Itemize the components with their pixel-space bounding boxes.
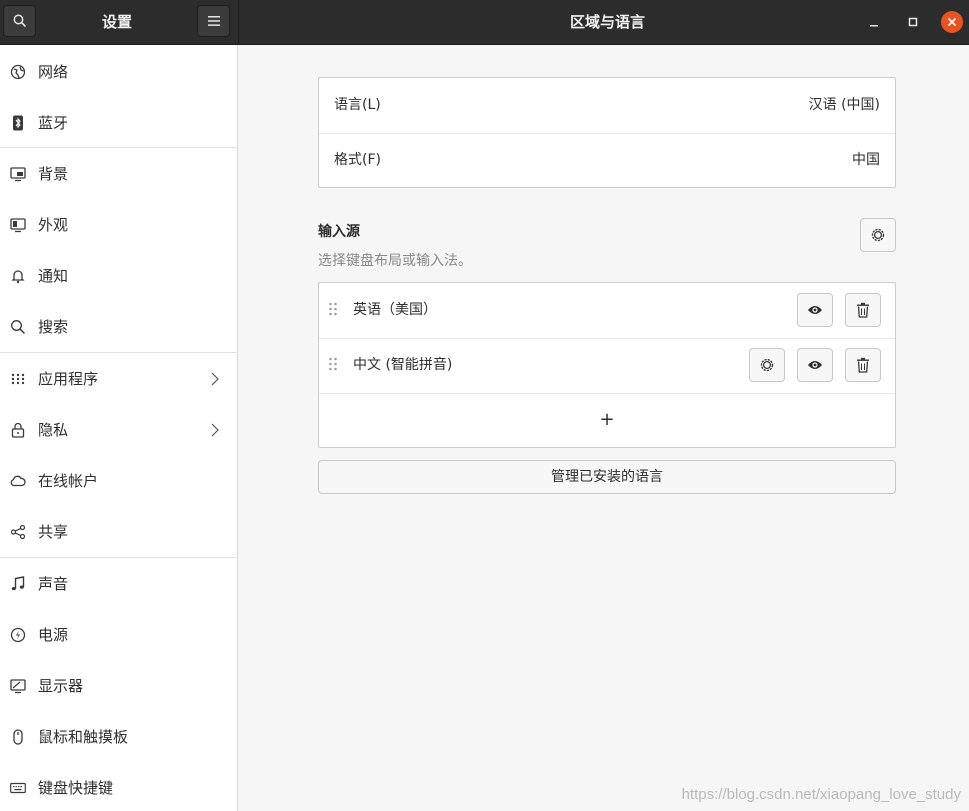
lock-icon <box>10 422 26 438</box>
sidebar-item-keyboard-shortcuts[interactable]: 键盘快捷键 <box>0 763 238 811</box>
trash-icon <box>857 302 869 318</box>
search-button[interactable] <box>3 5 36 37</box>
gear-icon <box>760 358 774 372</box>
eye-icon <box>808 306 822 314</box>
sidebar-divider <box>0 557 238 558</box>
keyboard-icon <box>10 780 26 796</box>
eye-icon <box>808 361 822 369</box>
bluetooth-icon <box>10 115 26 131</box>
language-label: 语言(L) <box>334 97 381 113</box>
sidebar-item-sharing[interactable]: 共享 <box>0 507 238 557</box>
sidebar-item-label: 显示器 <box>38 677 84 695</box>
sidebar-item-label: 共享 <box>38 523 69 541</box>
language-value: 汉语 (中国) <box>808 97 880 113</box>
sidebar-item-sound[interactable]: 声音 <box>0 559 238 609</box>
sidebar-item-label: 隐私 <box>38 421 69 439</box>
sidebar-item-label: 网络 <box>38 63 69 81</box>
chevron-right-icon <box>211 423 219 437</box>
list-item[interactable]: 中文 (智能拼音) <box>319 338 895 393</box>
sidebar-item-label: 声音 <box>38 575 69 593</box>
sidebar-item-label: 键盘快捷键 <box>38 779 114 797</box>
chevron-right-icon <box>211 372 219 386</box>
maximize-button[interactable] <box>902 11 924 33</box>
input-source-options-button[interactable] <box>860 218 896 252</box>
manage-languages-button[interactable]: 管理已安装的语言 <box>318 460 896 494</box>
sidebar-item-label: 蓝牙 <box>38 114 69 132</box>
sidebar-item-displays[interactable]: 显示器 <box>0 661 238 711</box>
add-input-source-row[interactable]: + <box>319 393 895 448</box>
source-settings-button[interactable] <box>749 348 785 382</box>
formats-label: 格式(F) <box>334 152 381 168</box>
sidebar-item-background[interactable]: 背景 <box>0 149 238 199</box>
search-icon <box>13 14 26 28</box>
input-sources-title: 输入源 <box>318 224 360 240</box>
sidebar-item-label: 应用程序 <box>38 370 99 388</box>
menu-button[interactable] <box>197 5 230 37</box>
header-bar: 设置 区域与语言 <box>0 0 969 45</box>
sidebar-divider <box>0 147 238 148</box>
hamburger-icon <box>207 16 220 26</box>
sidebar-item-label: 在线帐户 <box>38 472 99 490</box>
music-note-icon <box>10 576 26 592</box>
close-button[interactable] <box>941 11 963 33</box>
share-icon <box>10 524 26 540</box>
sidebar-title: 设置 <box>101 13 132 31</box>
formats-row[interactable]: 格式(F) 中国 <box>319 133 895 188</box>
close-icon <box>947 17 957 27</box>
sidebar-header: 设置 <box>0 0 238 44</box>
sidebar-item-label: 背景 <box>38 165 69 183</box>
sidebar: 网络 蓝牙 背景 外观 通知 搜索 应用程序 隐私 在线帐户 共享 声音 电源 … <box>0 45 238 811</box>
sidebar-item-online-accounts[interactable]: 在线帐户 <box>0 456 238 506</box>
input-source-label: 英语（美国） <box>353 302 437 318</box>
cloud-icon <box>10 473 26 489</box>
sidebar-item-notifications[interactable]: 通知 <box>0 251 238 301</box>
view-layout-button[interactable] <box>797 348 833 382</box>
bell-icon <box>10 268 26 284</box>
network-icon <box>10 64 26 80</box>
search-icon <box>10 319 26 335</box>
drag-handle-icon[interactable] <box>328 357 338 373</box>
language-row[interactable]: 语言(L) 汉语 (中国) <box>319 78 895 133</box>
sidebar-item-bluetooth[interactable]: 蓝牙 <box>0 98 238 148</box>
sidebar-item-appearance[interactable]: 外观 <box>0 200 238 250</box>
add-icon: + <box>599 409 615 430</box>
maximize-icon <box>908 17 918 27</box>
sidebar-divider <box>0 352 238 353</box>
input-sources-subtitle: 选择键盘布局或输入法。 <box>318 253 472 269</box>
sidebar-item-label: 鼠标和触摸板 <box>38 728 129 746</box>
sidebar-item-search[interactable]: 搜索 <box>0 302 238 352</box>
main-content: 语言(L) 汉语 (中国) 格式(F) 中国 输入源 选择键盘布局或输入法。 英… <box>239 45 969 811</box>
sidebar-item-network[interactable]: 网络 <box>0 47 238 97</box>
sidebar-item-label: 通知 <box>38 267 69 285</box>
apps-grid-icon <box>10 371 26 387</box>
view-layout-button[interactable] <box>797 293 833 327</box>
sidebar-item-applications[interactable]: 应用程序 <box>0 354 238 404</box>
drag-handle-icon[interactable] <box>328 302 338 318</box>
list-item[interactable]: 英语（美国） <box>319 283 895 338</box>
minimize-button[interactable] <box>863 11 885 33</box>
formats-value: 中国 <box>852 152 880 168</box>
background-icon <box>10 166 26 182</box>
gear-icon <box>871 228 885 242</box>
power-icon <box>10 627 26 643</box>
sidebar-item-label: 外观 <box>38 216 69 234</box>
display-icon <box>10 678 26 694</box>
sidebar-item-label: 搜索 <box>38 318 69 336</box>
appearance-icon <box>10 217 26 233</box>
remove-source-button[interactable] <box>845 293 881 327</box>
input-source-label: 中文 (智能拼音) <box>353 357 453 373</box>
mouse-icon <box>10 729 26 745</box>
language-formats-card: 语言(L) 汉语 (中国) 格式(F) 中国 <box>318 77 896 188</box>
sidebar-item-power[interactable]: 电源 <box>0 610 238 660</box>
remove-source-button[interactable] <box>845 348 881 382</box>
minimize-icon <box>870 25 878 27</box>
trash-icon <box>857 357 869 373</box>
watermark: https://blog.csdn.net/xiaopang_love_stud… <box>681 786 961 803</box>
sidebar-item-privacy[interactable]: 隐私 <box>0 405 238 455</box>
page-title: 区域与语言 <box>569 13 645 31</box>
input-sources-list: 英语（美国） 中文 (智能拼音) + <box>318 282 896 448</box>
sidebar-item-mouse-touchpad[interactable]: 鼠标和触摸板 <box>0 712 238 762</box>
sidebar-item-label: 电源 <box>38 626 69 644</box>
